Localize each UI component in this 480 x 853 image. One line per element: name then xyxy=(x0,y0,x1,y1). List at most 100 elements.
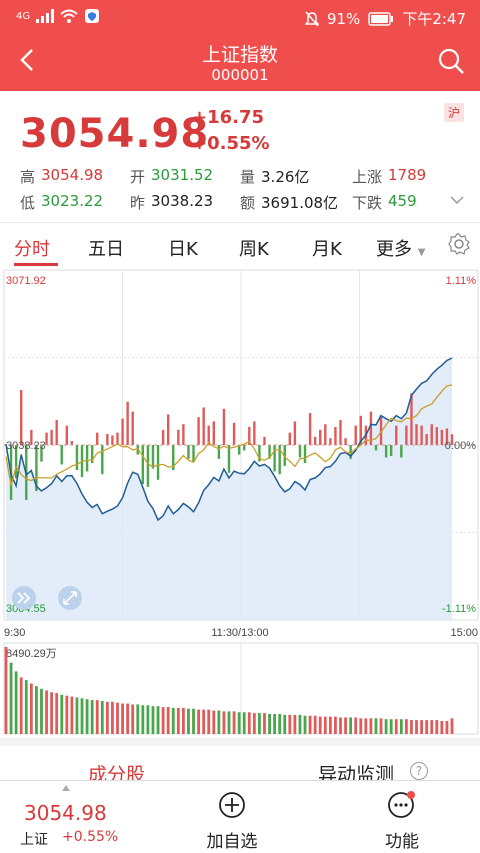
volume-bar xyxy=(40,688,43,734)
up-bar xyxy=(20,390,23,446)
volume-bar xyxy=(283,714,287,734)
function-label: 功能 xyxy=(385,832,419,852)
volume-bar xyxy=(55,693,59,734)
volume-bar xyxy=(9,662,13,734)
volume-bar xyxy=(237,712,241,734)
volume-bar xyxy=(359,718,363,734)
volume-bar xyxy=(65,695,69,734)
volume-bar xyxy=(212,710,216,734)
function-button[interactable]: 功能 xyxy=(370,791,434,852)
up-bar xyxy=(308,413,312,446)
stat-value: 3054.98 xyxy=(41,165,104,184)
volume-bar xyxy=(146,705,150,734)
help-icon[interactable]: ? xyxy=(410,762,428,780)
stat-key: 昨 xyxy=(130,193,146,212)
gear-icon[interactable] xyxy=(448,233,470,255)
down-bar xyxy=(227,445,231,473)
y-label-top: 3071.92 xyxy=(6,275,46,287)
up-bar xyxy=(430,424,433,446)
stat-value: 3023.22 xyxy=(41,191,104,210)
volume-bar xyxy=(136,704,140,734)
volume-bar xyxy=(430,720,434,734)
up-bar xyxy=(177,429,180,446)
volume-bar xyxy=(293,714,297,734)
volume-bar xyxy=(70,696,74,734)
volume-bar xyxy=(247,712,251,734)
bottom-sections: 成分股 异动监测 ? xyxy=(0,738,480,786)
volume-bar xyxy=(415,720,418,734)
volume-bar xyxy=(252,713,256,734)
tab-five-day[interactable]: 五日 xyxy=(88,235,124,261)
search-icon[interactable] xyxy=(436,46,466,76)
up-bar xyxy=(161,429,165,446)
up-bar xyxy=(222,408,226,446)
chevron-down-icon[interactable] xyxy=(450,195,464,205)
volume-bar xyxy=(450,718,454,734)
up-bar xyxy=(126,401,129,446)
stat-key: 低 xyxy=(20,193,36,212)
bottom-index-pct: +0.55% xyxy=(62,829,119,845)
volume-bar xyxy=(80,698,84,734)
volume-bar xyxy=(394,719,398,734)
tab-intraday[interactable]: 分时 xyxy=(14,235,50,261)
volume-bar xyxy=(105,701,109,734)
volume-bar xyxy=(161,707,165,734)
tab-weekly-k[interactable]: 周K xyxy=(239,235,269,261)
down-bar xyxy=(60,445,63,465)
price-area xyxy=(6,358,452,620)
up-bar xyxy=(182,424,185,446)
down-bar xyxy=(217,445,221,459)
tab-more[interactable]: 更多 ▼ xyxy=(376,235,425,261)
bottom-index-price[interactable]: 3054.98 xyxy=(24,801,107,825)
up-bar xyxy=(339,420,342,446)
stat-cell: 下跌 459 xyxy=(352,192,462,213)
down-bar xyxy=(101,445,104,475)
up-bar xyxy=(131,411,134,446)
down-bar xyxy=(384,445,388,458)
volume-bar xyxy=(75,697,79,734)
x-tick-mid: 11:30/13:00 xyxy=(211,627,268,639)
volume-bar xyxy=(334,716,337,734)
stock-code: 000001 xyxy=(211,66,269,84)
up-bar xyxy=(70,441,74,446)
pct-label-top: 1.11% xyxy=(446,275,477,287)
stat-cell: 量 3.26亿 xyxy=(240,166,352,187)
volume-bar xyxy=(369,718,373,734)
signal-label: 4G xyxy=(16,10,31,22)
caret-up-icon xyxy=(62,785,70,791)
volume-bar xyxy=(100,700,104,734)
stat-value: 459 xyxy=(388,191,417,210)
volume-bar xyxy=(19,677,23,734)
up-bar xyxy=(212,421,215,446)
up-bar xyxy=(420,425,423,446)
down-bar xyxy=(85,445,89,472)
volume-bar xyxy=(384,719,388,734)
up-bar xyxy=(106,434,109,446)
volume-bar xyxy=(420,720,423,734)
up-bar xyxy=(435,427,438,446)
pct-label-bottom: -1.11% xyxy=(442,603,476,615)
up-bar xyxy=(202,407,205,446)
stat-cell: 低 3023.22 xyxy=(20,192,130,213)
wifi-icon xyxy=(60,9,78,23)
stats-grid: 高 3054.98 开 3031.52 量 3.26亿 上涨 1789 低 3023.22 昨 303… xyxy=(20,163,470,215)
down-bar xyxy=(75,445,79,471)
down-bar xyxy=(389,445,393,457)
tab-monthly-k[interactable]: 月K xyxy=(312,235,342,261)
volume-bar xyxy=(166,707,170,734)
x-tick-start: 9:30 xyxy=(4,627,25,639)
caret-down-icon: ▼ xyxy=(417,247,426,258)
y-label-mid: 3038.23 xyxy=(6,440,46,452)
stat-value: 3031.52 xyxy=(151,165,214,184)
stat-key: 开 xyxy=(130,167,146,186)
tab-daily-k[interactable]: 日K xyxy=(168,235,198,261)
stat-cell: 昨 3038.23 xyxy=(130,192,240,213)
volume-bar xyxy=(60,694,64,734)
volume-bar xyxy=(232,711,236,734)
volume-bar xyxy=(445,720,449,734)
volume-bar xyxy=(202,709,206,734)
stat-key: 高 xyxy=(20,167,36,186)
add-watchlist-button[interactable]: 加自选 xyxy=(200,791,264,852)
up-bar xyxy=(324,424,327,446)
intraday-chart[interactable]: 3071.923038.233004.551.11%0.00%-1.11%9:3… xyxy=(0,268,480,738)
